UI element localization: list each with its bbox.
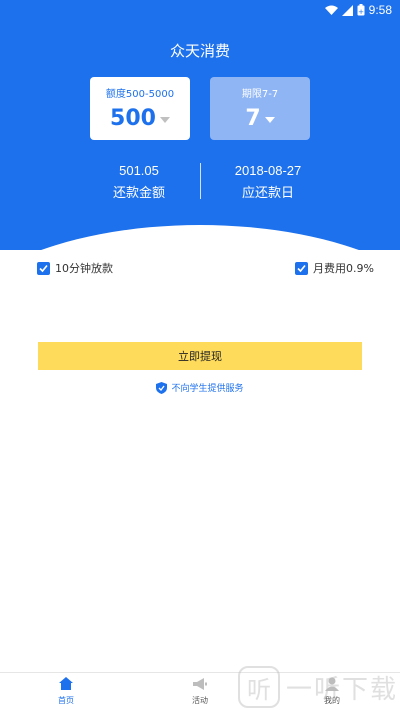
signal-icon: [341, 4, 353, 16]
wifi-icon: [324, 5, 338, 15]
amount-selector[interactable]: 额度500-5000 500: [90, 77, 190, 140]
shield-icon: [156, 381, 168, 394]
checkbox-checked-icon[interactable]: [295, 261, 308, 275]
monthly-fee-label: 月费用0.9%: [313, 262, 374, 275]
watermark-text: 一听下载: [286, 674, 399, 705]
period-value: 7: [245, 106, 261, 131]
period-range-label: 期限7-7: [241, 89, 279, 100]
repay-amount-value: 501.05: [119, 163, 159, 178]
repay-amount-label: 还款金额: [112, 186, 165, 201]
due-date-stat: 2018-08-27 应还款日: [198, 163, 338, 201]
amount-range-label: 额度500-5000: [105, 89, 175, 100]
page-title: 众天消费: [169, 42, 230, 60]
header-banner: [0, 0, 400, 250]
status-time: 9:58: [368, 3, 392, 17]
student-notice: 不向学生提供服务: [0, 381, 400, 394]
tab-activity-label: 活动: [192, 696, 208, 705]
dropdown-arrow-icon: [264, 116, 275, 123]
fast-loan-option[interactable]: 10分钟放款: [37, 260, 113, 276]
due-date-label: 应还款日: [241, 186, 294, 201]
watermark: 听 一听下载: [238, 664, 398, 710]
fast-loan-label: 10分钟放款: [55, 262, 113, 275]
header-curve: [0, 225, 400, 250]
megaphone-icon: [193, 678, 207, 690]
tab-home[interactable]: 首页: [36, 677, 96, 706]
svg-text:+: +: [358, 8, 364, 16]
tab-home-label: 首页: [58, 696, 74, 705]
due-date-value: 2018-08-27: [234, 163, 302, 178]
withdraw-button[interactable]: 立即提现: [38, 342, 362, 370]
tab-activity[interactable]: 活动: [170, 677, 230, 706]
student-notice-text: 不向学生提供服务: [171, 384, 244, 394]
status-icons: + 9:58: [324, 3, 392, 17]
home-icon: [59, 677, 73, 690]
period-selector[interactable]: 期限7-7 7: [210, 77, 310, 140]
dropdown-arrow-icon: [159, 116, 170, 123]
battery-icon: +: [357, 4, 365, 16]
watermark-logo-icon: 听: [238, 666, 280, 708]
repay-amount-stat: 501.05 还款金额: [69, 163, 209, 201]
status-bar: + 9:58: [0, 0, 400, 20]
monthly-fee-option[interactable]: 月费用0.9%: [295, 260, 374, 276]
checkbox-checked-icon[interactable]: [37, 261, 50, 275]
amount-value: 500: [110, 106, 156, 131]
